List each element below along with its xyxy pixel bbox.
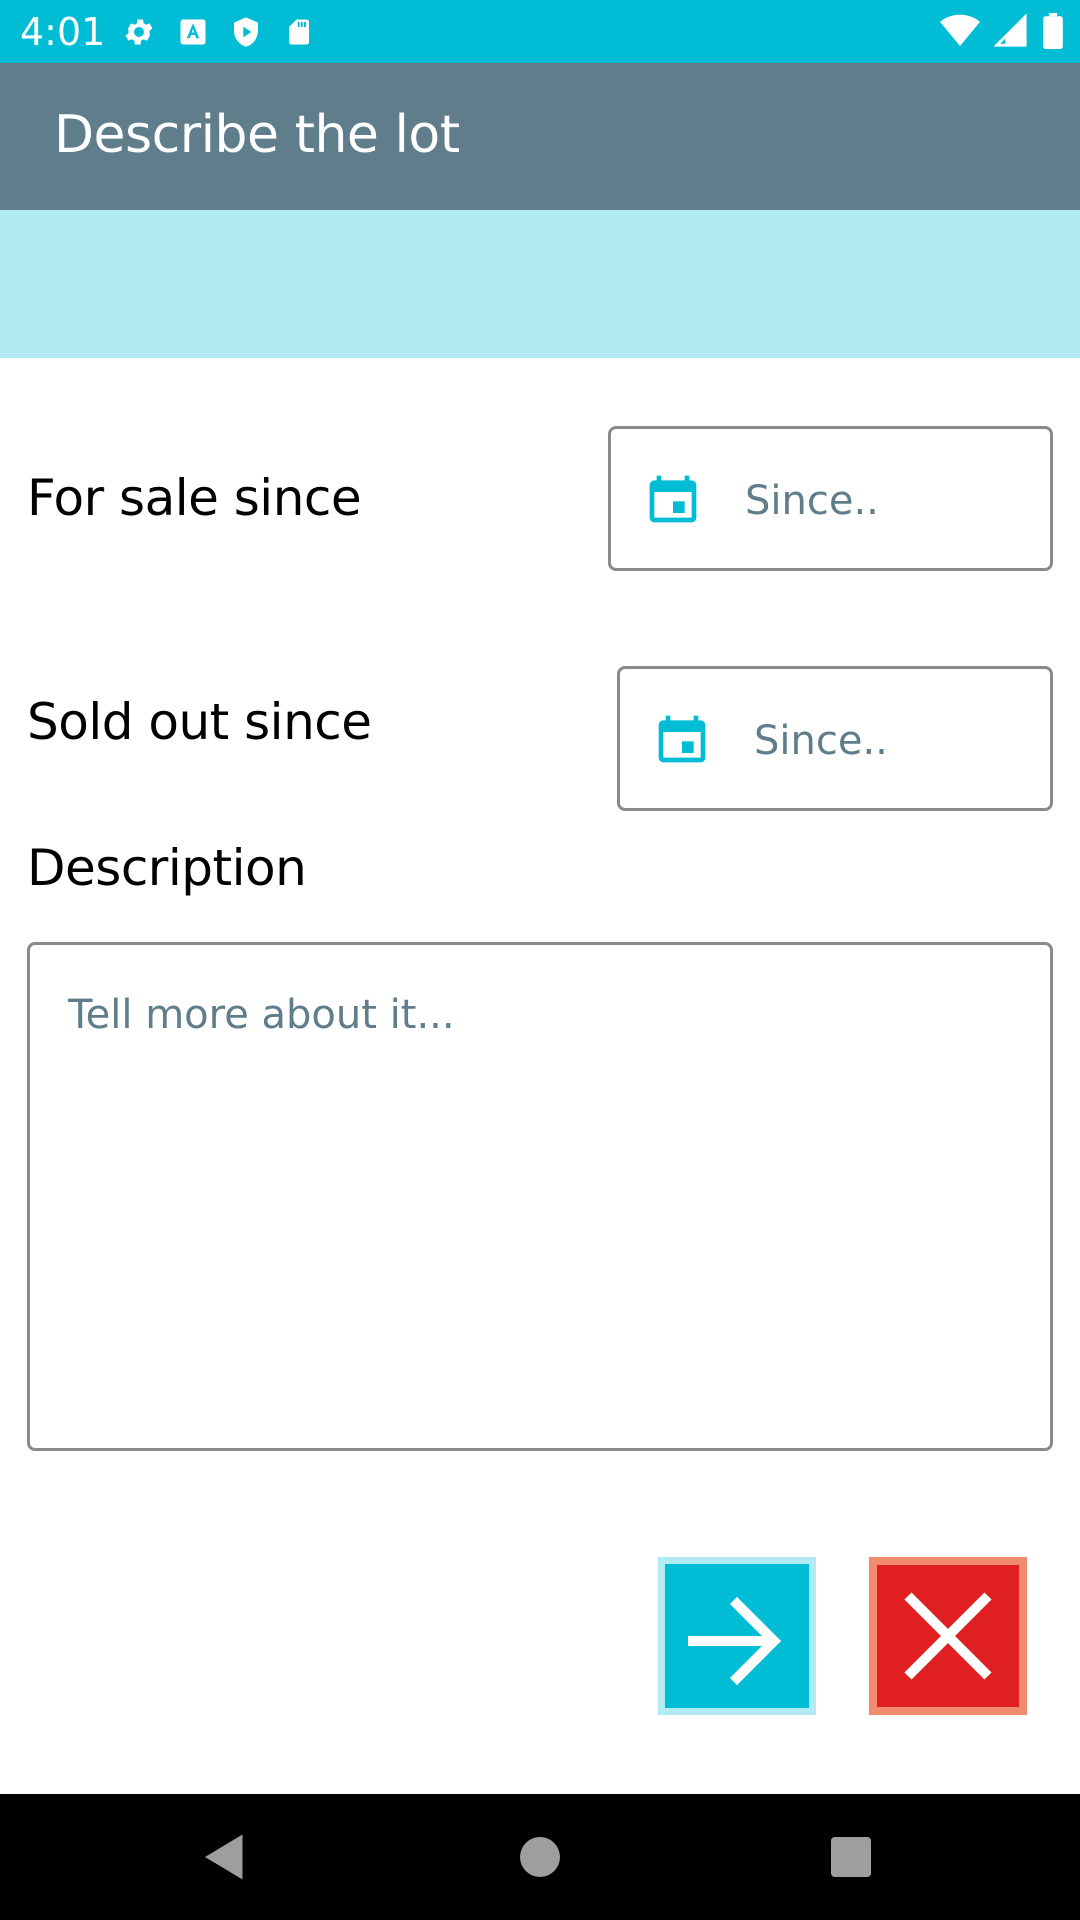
next-button[interactable] [658,1557,816,1715]
sold-out-since-label: Sold out since [27,693,372,751]
calendar-icon [649,475,697,523]
status-notification-icons [122,14,314,50]
header-banner [0,210,1080,358]
description-placeholder: Tell more about it... [68,992,455,1038]
status-bar: 4:01 [0,0,1080,63]
recents-button[interactable] [791,1794,911,1920]
for-sale-since-label: For sale since [27,469,362,527]
arrow-right-icon [688,1596,782,1686]
cancel-button[interactable] [869,1557,1027,1715]
battery-icon [1043,13,1063,49]
sold-out-since-field[interactable]: Since.. [617,666,1053,811]
calendar-icon [658,715,706,763]
home-icon [520,1837,560,1877]
wifi-icon [940,14,980,46]
status-system-icons [940,12,1064,50]
status-time: 4:01 [20,10,106,54]
font-a-icon [180,19,206,45]
shield-play-icon [234,17,258,47]
app-bar: Describe the lot [0,63,1080,210]
recents-icon [831,1837,871,1877]
back-button[interactable] [165,1794,285,1920]
system-nav-bar [0,1794,1080,1920]
close-icon [904,1592,992,1680]
sd-card-icon [289,19,309,45]
for-sale-since-field[interactable]: Since.. [608,426,1053,571]
home-button[interactable] [480,1794,600,1920]
signal-icon [994,14,1027,47]
description-textarea[interactable]: Tell more about it... [27,942,1053,1451]
for-sale-since-placeholder: Since.. [745,478,879,524]
settings-icon [125,19,153,45]
page-title: Describe the lot [54,105,460,165]
back-icon [205,1834,243,1880]
description-label: Description [27,839,307,897]
sold-out-since-placeholder: Since.. [754,718,888,764]
